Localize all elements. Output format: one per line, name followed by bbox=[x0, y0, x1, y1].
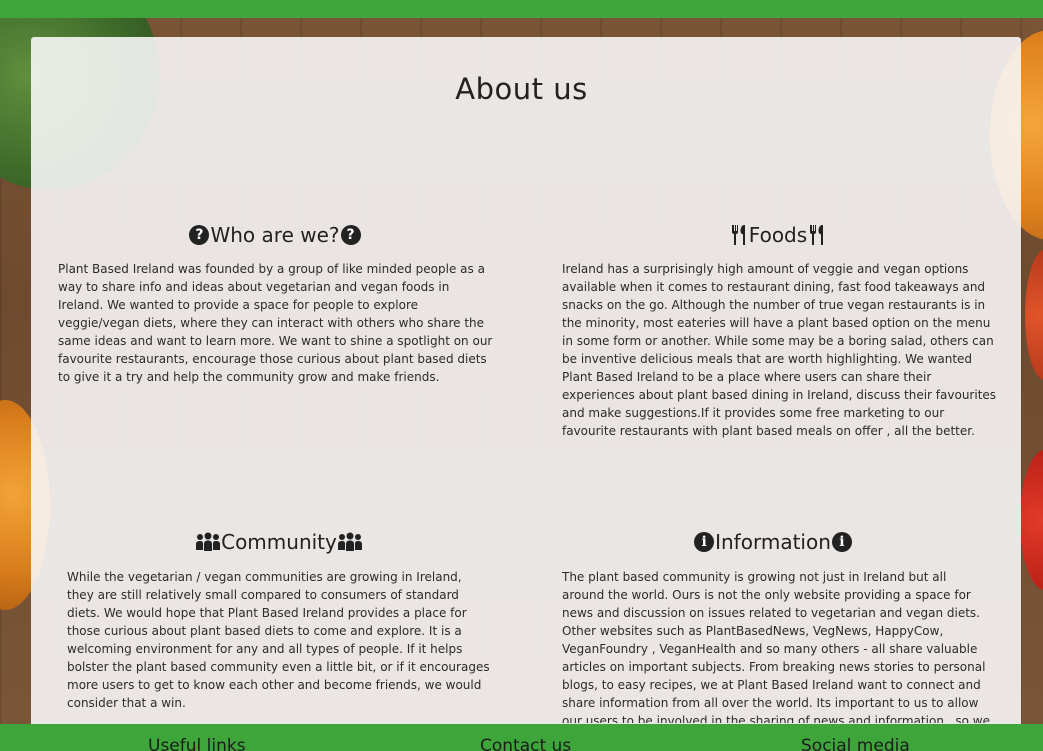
background-tomato bbox=[1025, 250, 1043, 380]
info-circle-icon: i bbox=[694, 532, 715, 552]
section-title-text: Information bbox=[715, 530, 831, 554]
footer-useful-links-heading: Useful links bbox=[148, 736, 246, 751]
section-text-information: The plant based community is growing not… bbox=[562, 570, 990, 723]
people-icon bbox=[195, 532, 221, 552]
question-circle-icon: ? bbox=[340, 225, 361, 245]
utensils-icon bbox=[729, 224, 749, 246]
people-icon bbox=[337, 532, 363, 552]
section-title-information: i Information i bbox=[668, 530, 878, 554]
top-navbar bbox=[0, 0, 1043, 18]
footer-contact-us-heading: Contact us bbox=[480, 736, 572, 751]
section-text-community: While the vegetarian / vegan communities… bbox=[67, 570, 490, 710]
footer-social-media-heading: Social media bbox=[801, 736, 910, 751]
footer: Useful links Contact us Social media bbox=[0, 724, 1043, 751]
section-text-who-are-we: Plant Based Ireland was founded by a gro… bbox=[58, 262, 493, 384]
info-circle-icon: i bbox=[831, 532, 852, 552]
page-title: About us bbox=[455, 72, 588, 106]
section-title-text: Community bbox=[221, 530, 337, 554]
utensils-icon bbox=[807, 224, 827, 246]
section-title-foods: Foods bbox=[678, 223, 878, 247]
section-title-who-are-we: ? Who are we? ? bbox=[160, 223, 390, 247]
section-title-text: Who are we? bbox=[210, 223, 340, 247]
section-text-foods: Ireland has a surprisingly high amount o… bbox=[562, 262, 997, 438]
section-title-community: Community bbox=[174, 530, 384, 554]
section-title-text: Foods bbox=[748, 223, 808, 247]
question-circle-icon: ? bbox=[189, 225, 210, 245]
background-tomato bbox=[1020, 450, 1043, 590]
